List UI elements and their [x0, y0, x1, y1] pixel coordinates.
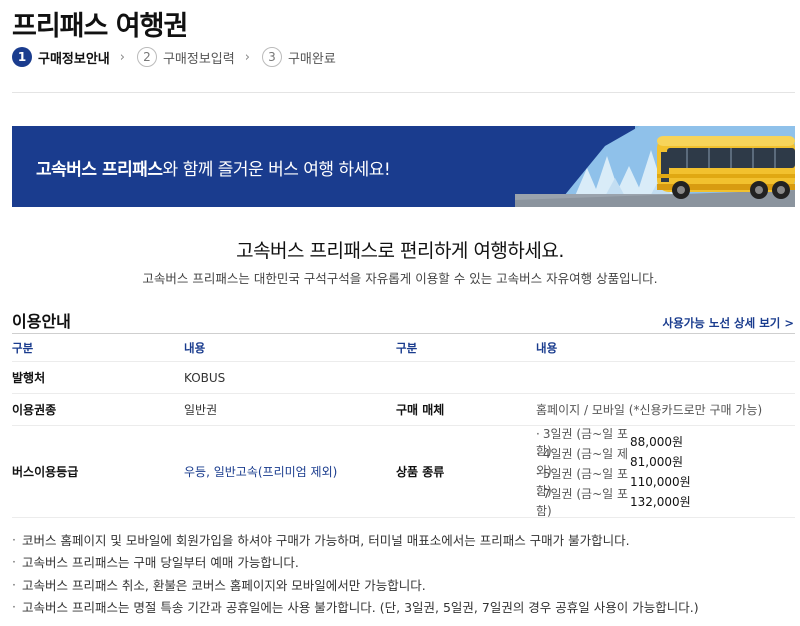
page-title: 프리패스 여행권 — [12, 11, 188, 42]
product-type-label: 상품 종류 — [396, 465, 445, 479]
empty-cell — [396, 362, 536, 394]
purchase-steps: 1 구매정보안내 › 2 구매정보입력 › 3 구매완료 — [12, 46, 336, 68]
product-name: 7일권 (금~일 포함) — [536, 485, 630, 519]
notice-list: 코버스 홈페이지 및 모바일에 회원가입을 하셔야 구매가 가능하며, 터미널 … — [12, 528, 795, 618]
step-3: 3 구매완료 — [261, 47, 336, 67]
notice-item: 고속버스 프리패스는 구매 당일부터 예매 가능합니다. — [12, 551, 795, 574]
step-1: 1 구매정보안내 — [12, 47, 110, 67]
list-item: 7일권 (금~일 포함)132,000원 — [536, 487, 795, 518]
product-list-cell: 3일권 (금~일 포함)88,000원 4일권 (금~일 제외)81,000원 … — [536, 426, 795, 518]
usage-section-title: 이용안내 — [12, 312, 71, 331]
header-divider — [12, 92, 795, 93]
promo-banner: 고속버스 프리패스와 함께 즐거운 버스 여행 하세요! — [12, 126, 795, 207]
notice-item: 고속버스 프리패스 취소, 환불은 코버스 홈페이지와 모바일에서만 가능합니다… — [12, 573, 795, 596]
table-row: 발행처 KOBUS — [12, 362, 795, 394]
notice-item: 고속버스 프리패스는 명절 특송 기간과 공휴일에는 사용 불가합니다. (단,… — [12, 596, 795, 619]
step-3-label: 구매완료 — [287, 51, 336, 67]
banner-rest-text: 와 함께 즐거운 버스 여행 하세요! — [162, 160, 391, 180]
bus-grade-value: 우등, 일반고속(프리미엄 제외) — [184, 465, 338, 479]
issuer-label: 발행처 — [12, 371, 46, 385]
usage-info-table: 구분 내용 구분 내용 발행처 KOBUS 이용권종 일반권 구매 매체 홈페이… — [12, 333, 795, 518]
issuer-value: KOBUS — [184, 370, 226, 385]
ticket-type-label: 이용권종 — [12, 403, 57, 417]
column-header: 내용 — [184, 340, 206, 355]
table-header-row: 구분 내용 구분 내용 — [12, 333, 795, 362]
ticket-type-value: 일반권 — [184, 403, 218, 417]
intro-subheading: 고속버스 프리패스는 대한민국 구석구석을 자유롭게 이용할 수 있는 고속버스… — [142, 271, 658, 286]
product-price: 88,000원 — [630, 435, 684, 449]
table-row: 버스이용등급 우등, 일반고속(프리미엄 제외) 상품 종류 3일권 (금~일 … — [12, 426, 795, 518]
step-1-label: 구매정보안내 — [38, 51, 110, 67]
chevron-right-icon: › — [119, 49, 125, 65]
step-2-label: 구매정보입력 — [162, 51, 235, 67]
table-row: 이용권종 일반권 구매 매체 홈페이지 / 모바일 (*신용카드로만 구매 가능… — [12, 394, 795, 426]
banner-text: 고속버스 프리패스와 함께 즐거운 버스 여행 하세요! — [36, 155, 391, 180]
column-header: 구분 — [12, 340, 34, 355]
product-price: 81,000원 — [630, 455, 684, 469]
route-details-link[interactable]: 사용가능 노선 상세 보기 > — [663, 315, 794, 331]
product-price: 110,000원 — [630, 475, 691, 489]
product-price: 132,000원 — [630, 495, 691, 509]
purchase-media-value: 홈페이지 / 모바일 (*신용카드로만 구매 가능) — [536, 403, 763, 417]
banner-bold-text: 고속버스 프리패스 — [36, 160, 163, 180]
empty-cell — [536, 362, 795, 394]
product-list: 3일권 (금~일 포함)88,000원 4일권 (금~일 제외)81,000원 … — [536, 427, 795, 518]
column-header: 구분 — [396, 340, 418, 355]
step-3-number: 3 — [261, 47, 282, 67]
step-2-number: 2 — [136, 47, 157, 67]
column-header: 내용 — [536, 340, 558, 355]
bus-grade-label: 버스이용등급 — [12, 465, 79, 479]
notice-item: 코버스 홈페이지 및 모바일에 회원가입을 하셔야 구매가 가능하며, 터미널 … — [12, 528, 795, 551]
chevron-right-icon: › — [244, 49, 250, 65]
step-1-number: 1 — [12, 47, 32, 67]
intro-heading: 고속버스 프리패스로 편리하게 여행하세요. — [236, 240, 564, 262]
step-2: 2 구매정보입력 — [136, 47, 235, 67]
bus-illustration — [515, 126, 795, 207]
purchase-media-label: 구매 매체 — [396, 403, 445, 417]
